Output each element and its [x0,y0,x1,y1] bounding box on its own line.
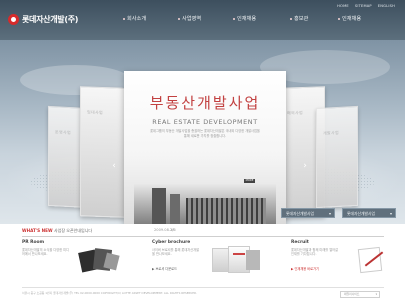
nav-dot-icon [290,17,292,20]
pr-room-section[interactable]: PR Room 롯데자산개발의 소식을 다양한 미디어에서 만나보세요. [22,240,142,284]
facade-shape [186,198,266,224]
page: 롯데자산개발(주) HOME SITEMAP ENGLISH 회사소개 사업영역… [0,0,405,306]
chevron-down-icon: ▾ [375,292,377,296]
recruit-desc: 롯데자산개발과 함께 미래를 열어갈 인재를 기다립니다. [291,248,339,257]
nav-label: 사업영역 [182,16,202,22]
recruit-section[interactable]: Recruit 롯데자산개발과 함께 미래를 열어갈 인재를 기다립니다. ▶ … [291,240,391,284]
page-shape [246,250,260,270]
nav-label: 인재채용 [342,16,362,22]
nav-dot-icon [338,17,340,20]
cyber-brochure-section[interactable]: Cyber brochure 사이버 브로셔를 통해 롯데자산개발을 만나보세요… [152,240,282,284]
nav-dot-icon [178,17,180,20]
cyber-brochure-title: Cyber brochure [152,240,191,245]
card-label: 개발사업 [323,129,339,136]
carousel-prev-arrow-icon[interactable]: ‹ [109,161,119,171]
paper-pen-image [357,246,385,274]
more-button[interactable]: MORE [244,179,255,183]
whats-new-label: WHAT'S NEW [22,228,53,233]
utility-home-link[interactable]: HOME [337,4,349,8]
global-nav: 회사소개 사업영역 인재채용 홍보관 인재채용 [123,15,403,25]
nav-label: 인재채용 [237,16,257,22]
select-label: 롯데자산개발사업 [347,211,375,216]
nav-item-pr[interactable]: 홍보관 [290,15,308,22]
tower-shape [152,188,166,224]
hero-description: 롯데그룹의 부동산 개발사업을 총괄하는 롯데자산개발은 국내외 다양한 개발사… [150,129,260,138]
card-label: 임대사업 [87,109,103,116]
hero-banner: 운영사업 임대사업 해외사업 개발사업 부동산개발사업 REAL ESTATE … [0,40,405,224]
logo[interactable]: 롯데자산개발(주) [8,12,78,26]
hero-title: 부동산개발사업 [149,94,261,112]
utility-english-link[interactable]: ENGLISH [378,4,395,8]
pr-room-desc: 롯데자산개발의 소식을 다양한 미디어에서 만나보세요. [22,248,70,257]
nav-dot-icon [233,17,235,20]
carousel-card-main[interactable]: 부동산개발사업 REAL ESTATE DEVELOPMENT 롯데그룹의 부동… [124,71,286,224]
recruit-link[interactable]: ▶ 인재채용 바로가기 [291,266,319,271]
nav-item-business[interactable]: 사업영역 [178,15,201,22]
business-select-1[interactable]: 롯데자산개발사업 ▾ [281,208,335,218]
building-photo [134,184,276,224]
carousel-card-left[interactable]: 임대사업 [80,86,125,218]
lotte-logo-icon [8,13,19,25]
chevron-down-icon: ▾ [328,211,331,216]
cyber-brochure-desc: 사이버 브로셔를 통해 롯데자산개발을 만나보세요. [152,248,200,257]
nav-item-careers[interactable]: 인재채용 [338,15,361,22]
nav-dot-icon [123,17,125,20]
family-site-select[interactable]: 패밀리사이트 ▾ [340,291,380,298]
family-site-label: 패밀리사이트 [344,292,360,296]
business-select-2[interactable]: 롯데자산개발사업 ▾ [342,208,396,218]
carousel-next-arrow-icon[interactable]: › [300,161,310,171]
logo-text: 롯데자산개발(주) [22,14,79,24]
carousel-card-right-far[interactable]: 개발사업 [316,105,358,209]
tower-shape [170,194,180,224]
header: 롯데자산개발(주) HOME SITEMAP ENGLISH 회사소개 사업영역… [0,0,405,40]
pr-room-title: PR Room [22,240,45,245]
chevron-down-icon: ▾ [389,211,392,216]
brochure-shape [103,252,120,271]
footer-address: 서울시 중구 소공동 1번지 롯데자산개발(주) TEL 02-0000-000… [22,291,198,295]
brochure-pages-image [212,246,260,274]
news-pager[interactable]: 1/5 [170,228,176,232]
recruit-title: Recruit [291,240,309,245]
brochures-image [78,246,122,274]
news-headline-link[interactable]: 사업장 오픈안내입니다 [54,228,92,234]
card-label: 해외사업 [287,109,303,116]
nav-item-recruit[interactable]: 인재채용 [233,15,256,22]
utility-sitemap-link[interactable]: SITEMAP [355,4,372,8]
card-label: 운영사업 [55,129,71,136]
utility-links: HOME SITEMAP ENGLISH [337,4,395,8]
footer: 서울시 중구 소공동 1번지 롯데자산개발(주) TEL 02-0000-000… [22,287,384,303]
whats-new-bar: WHAT'S NEW 사업장 오픈안내입니다 2009.08.28 1/5 [22,227,384,237]
hero-subtitle: REAL ESTATE DEVELOPMENT [152,118,258,126]
nav-item-about[interactable]: 회사소개 [123,15,146,22]
select-label: 롯데자산개발사업 [286,211,314,216]
nav-label: 회사소개 [127,16,147,22]
nav-label: 홍보관 [294,16,309,22]
brochure-download-link[interactable]: ▶ 브로셔 다운로드 [152,266,177,271]
